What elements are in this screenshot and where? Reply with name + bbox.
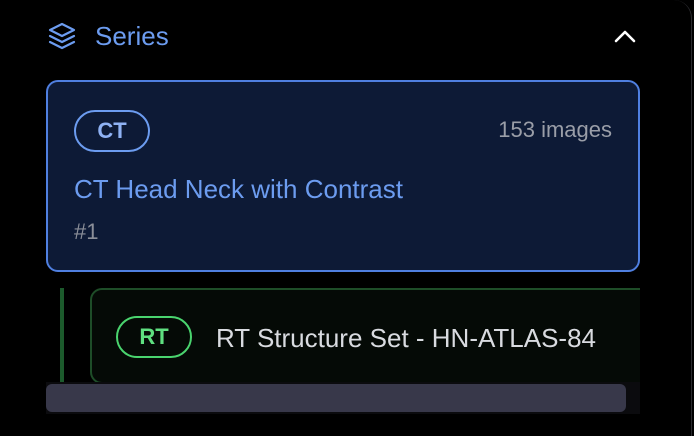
series-card-rt[interactable]: RT RT Structure Set - HN-ATLAS-84 xyxy=(90,288,640,384)
chevron-up-icon[interactable] xyxy=(610,22,640,50)
section-title: Series xyxy=(95,21,169,51)
series-panel: Series CT 153 images CT Head Neck with C… xyxy=(0,0,692,436)
horizontal-scrollbar-thumb[interactable] xyxy=(46,384,626,412)
series-title: RT Structure Set - HN-ATLAS-84 xyxy=(216,323,597,353)
child-series-list: RT RT Structure Set - HN-ATLAS-84 xyxy=(90,288,640,384)
layers-icon xyxy=(48,22,76,50)
series-title: CT Head Neck with Contrast xyxy=(74,174,403,204)
modality-badge: CT xyxy=(74,110,150,152)
series-card-ct[interactable]: CT 153 images CT Head Neck with Contrast… xyxy=(46,80,640,272)
series-section-header[interactable]: Series xyxy=(0,0,680,72)
modality-badge: RT xyxy=(116,316,192,358)
image-count: 153 images xyxy=(498,117,612,142)
tree-connector-line xyxy=(60,288,64,384)
series-number: #1 xyxy=(74,219,99,244)
